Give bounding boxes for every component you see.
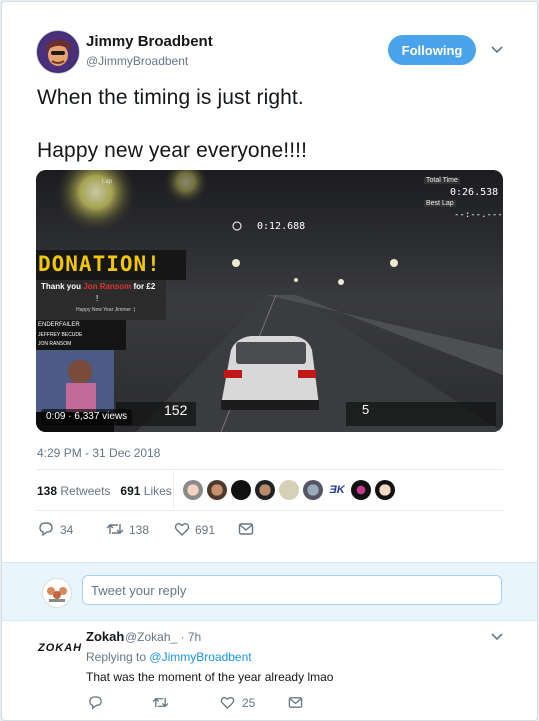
chat-name: ENDERFAILER bbox=[38, 322, 80, 328]
reply-author-name[interactable]: Zokah bbox=[86, 629, 124, 644]
current-time: 0:12.688 bbox=[257, 221, 306, 232]
best-lap-label: Best Lap bbox=[424, 200, 456, 207]
total-time-label: Total Time bbox=[424, 177, 460, 184]
replying-to: Replying to @JimmyBroadbent bbox=[86, 650, 252, 664]
author-handle[interactable]: @JimmyBroadbent bbox=[86, 54, 188, 68]
video-time: 0:09 bbox=[46, 411, 66, 422]
retweet-count: 138 bbox=[129, 523, 150, 537]
speed-readout: 152 bbox=[164, 402, 188, 418]
tweet-reply-input[interactable]: Tweet your reply bbox=[82, 575, 502, 605]
heart-icon bbox=[174, 523, 190, 536]
tweet-timestamp[interactable]: 4:29 PM - 31 Dec 2018 bbox=[37, 446, 160, 460]
envelope-icon bbox=[288, 697, 303, 708]
liker-avatar[interactable] bbox=[231, 480, 251, 500]
total-time: 0:26.538 bbox=[450, 187, 499, 198]
like-count: 691 bbox=[195, 523, 216, 537]
reply-chevron-down-icon[interactable] bbox=[489, 629, 505, 645]
liker-avatar[interactable] bbox=[375, 480, 395, 500]
chat-name: JON RANSOM bbox=[38, 341, 72, 347]
divider bbox=[36, 469, 503, 470]
tweet-card: Jimmy Broadbent @JimmyBroadbent Followin… bbox=[1, 1, 538, 721]
video-views: 6,337 views bbox=[74, 411, 128, 422]
replying-to-handle[interactable]: @JimmyBroadbent bbox=[149, 650, 251, 664]
reply-compose-area: Tweet your reply bbox=[2, 562, 537, 621]
reply-icon bbox=[39, 522, 53, 537]
donation-amount: for £2 bbox=[133, 282, 156, 291]
retweets-label[interactable]: Retweets bbox=[60, 484, 110, 498]
reply-reply-action[interactable] bbox=[88, 695, 103, 715]
divider bbox=[36, 510, 503, 511]
retweets-count[interactable]: 138 bbox=[37, 484, 57, 498]
reply-message-action[interactable] bbox=[288, 695, 303, 715]
likes-count[interactable]: 691 bbox=[120, 484, 140, 498]
lap-label: Lap bbox=[102, 179, 113, 185]
donation-thanks: Thank you bbox=[41, 282, 82, 291]
chat-name: JEFFREY BECUDE bbox=[38, 332, 83, 338]
reply-retweet-action[interactable] bbox=[152, 695, 169, 715]
following-button[interactable]: Following bbox=[388, 35, 476, 65]
best-lap: --:--.--- bbox=[454, 210, 503, 220]
retweet-icon bbox=[106, 524, 124, 534]
tweet-text-line-1: When the timing is just right. bbox=[37, 86, 304, 109]
stats-separator bbox=[173, 471, 174, 509]
liker-avatar[interactable] bbox=[279, 480, 299, 500]
reply-icon bbox=[89, 696, 102, 710]
liker-avatar[interactable] bbox=[207, 480, 227, 500]
tweet-text-line-2: Happy new year everyone!!!! bbox=[37, 139, 308, 162]
donation-name: Jon Ransom bbox=[83, 282, 132, 291]
liker-avatar[interactable] bbox=[351, 480, 371, 500]
donation-title: DONATION! bbox=[38, 252, 161, 276]
donation-bang: ! bbox=[96, 294, 99, 303]
donation-message: Happy New Year Jimmer :) bbox=[76, 307, 136, 313]
author-avatar[interactable] bbox=[36, 30, 80, 74]
current-user-avatar[interactable] bbox=[42, 578, 72, 608]
likes-label[interactable]: Likes bbox=[144, 484, 172, 498]
reply-author-logo[interactable]: ZOKAH bbox=[38, 642, 82, 654]
liker-avatar[interactable] bbox=[303, 480, 323, 500]
video-player[interactable]: Lap Total Time 0:26.538 Best Lap --:--.-… bbox=[36, 170, 503, 432]
liker-avatar[interactable] bbox=[255, 480, 275, 500]
gear-readout: 5 bbox=[362, 402, 370, 417]
reply-text: That was the moment of the year already … bbox=[86, 670, 334, 684]
liker-avatar[interactable] bbox=[183, 480, 203, 500]
liker-avatar[interactable]: ƎK bbox=[327, 480, 347, 500]
retweet-icon bbox=[152, 697, 169, 708]
reply-count: 34 bbox=[60, 523, 74, 537]
author-name[interactable]: Jimmy Broadbent bbox=[86, 33, 213, 50]
message-action[interactable] bbox=[238, 521, 254, 542]
reply-author-handle[interactable]: @Zokah_ · 7h bbox=[125, 630, 201, 644]
reply-like-count: 25 bbox=[242, 696, 256, 710]
video-time-badge: 0:09 · 6,337 views bbox=[41, 409, 133, 425]
donation-text: Thank you Jon Ransom for £2 bbox=[41, 282, 155, 291]
tweet-stats: 138 Retweets 691 Likes bbox=[37, 484, 172, 498]
envelope-icon bbox=[238, 523, 254, 535]
replying-to-prefix: Replying to bbox=[86, 650, 147, 664]
chevron-down-icon[interactable] bbox=[489, 42, 505, 58]
heart-icon bbox=[220, 696, 235, 710]
